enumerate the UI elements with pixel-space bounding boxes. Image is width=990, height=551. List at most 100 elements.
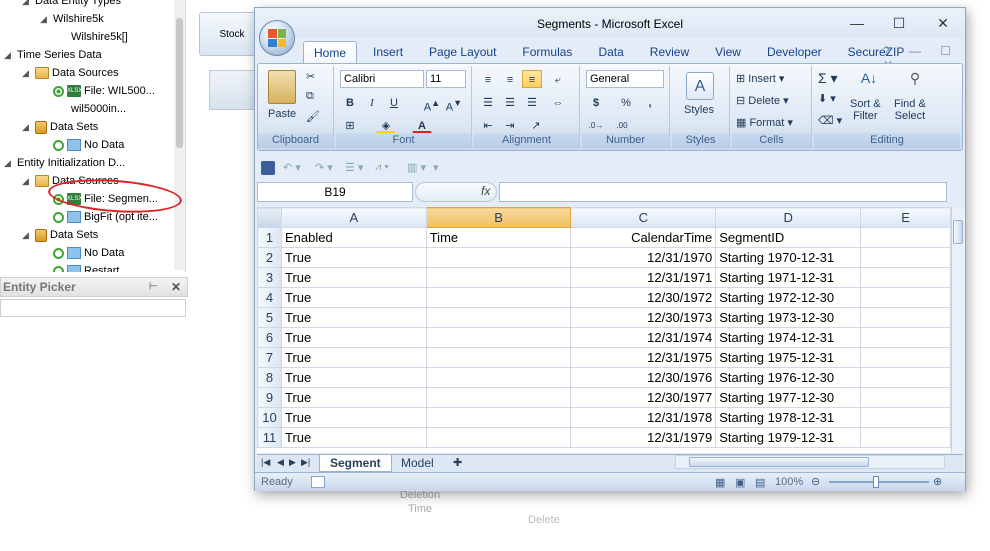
paste-button[interactable]: Paste — [268, 108, 296, 120]
row-header[interactable]: 7 — [257, 347, 282, 368]
cell[interactable]: 12/31/1979 — [570, 427, 717, 448]
cell[interactable] — [860, 427, 951, 448]
tab-home[interactable]: Home — [303, 41, 358, 63]
cell[interactable]: True — [280, 247, 427, 268]
tab-review[interactable]: Review — [640, 41, 699, 63]
close-button[interactable]: ✕ — [929, 12, 957, 34]
row-header[interactable]: 11 — [257, 427, 282, 448]
column-header-c[interactable]: C — [570, 207, 717, 228]
cell[interactable] — [860, 387, 951, 408]
maximize-button[interactable]: ☐ — [885, 12, 913, 34]
cell[interactable] — [860, 287, 951, 308]
tree-node[interactable]: Wilshire5k[] — [58, 28, 128, 46]
expand-toggle-icon[interactable]: ◢ — [22, 118, 32, 136]
page-break-view-icon[interactable]: ▤ — [755, 476, 765, 489]
bold-icon[interactable]: B — [340, 93, 360, 111]
expand-toggle-icon[interactable]: ◢ — [4, 154, 14, 172]
cell[interactable]: 12/30/1976 — [570, 367, 717, 388]
prev-sheet-icon[interactable]: ◀ — [277, 457, 284, 468]
expand-toggle-icon[interactable]: ◢ — [22, 0, 32, 10]
cell[interactable] — [425, 287, 572, 308]
paste-icon[interactable] — [268, 70, 296, 104]
cell[interactable]: 12/30/1973 — [570, 307, 717, 328]
row-header[interactable]: 10 — [257, 407, 282, 428]
increase-decimal-icon[interactable]: .0→ — [586, 116, 606, 134]
styles-icon[interactable]: A — [686, 72, 714, 100]
tab-data[interactable]: Data — [588, 41, 633, 63]
macro-record-icon[interactable] — [311, 476, 325, 488]
align-left-icon[interactable]: ☰ — [478, 93, 498, 111]
insert-sheet-icon[interactable]: ✚ — [443, 455, 472, 472]
cell[interactable] — [425, 387, 572, 408]
office-button[interactable] — [259, 20, 295, 56]
formula-bar-input[interactable] — [499, 182, 947, 202]
tab-formulas[interactable]: Formulas — [512, 41, 582, 63]
cell[interactable]: 12/31/1974 — [570, 327, 717, 348]
align-bottom-icon[interactable]: ≡ — [522, 70, 542, 88]
sheet-tab-segment[interactable]: Segment — [319, 455, 392, 472]
expand-toggle-icon[interactable]: ◢ — [22, 172, 32, 190]
row-header[interactable]: 1 — [257, 227, 282, 248]
shrink-font-icon[interactable]: A▼ — [444, 93, 464, 114]
wrap-text-icon[interactable]: ⤶ — [548, 70, 568, 88]
cell[interactable] — [860, 227, 951, 248]
cell[interactable]: Starting 1971-12-31 — [715, 267, 862, 288]
row-header[interactable]: 5 — [257, 307, 282, 328]
tab-developer[interactable]: Developer — [757, 41, 832, 63]
decrease-decimal-icon[interactable]: .00 — [612, 116, 632, 134]
tree-node[interactable]: wil5000in... — [58, 100, 126, 118]
bars-icon[interactable]: ▥ ▾ — [407, 161, 426, 174]
row-header[interactable]: 2 — [257, 247, 282, 268]
cell[interactable]: True — [280, 307, 427, 328]
sort-filter-button[interactable]: Sort & Filter — [850, 98, 881, 122]
tree-node[interactable]: No Data — [40, 244, 124, 262]
cell[interactable]: True — [280, 427, 427, 448]
cell[interactable]: Starting 1973-12-30 — [715, 307, 862, 328]
horizontal-scrollbar-thumb[interactable] — [689, 457, 869, 467]
cell[interactable] — [860, 327, 951, 348]
styles-button[interactable]: Styles — [684, 104, 714, 116]
column-header-e[interactable]: E — [860, 207, 951, 228]
lines-icon[interactable]: ☰ ▾ — [345, 161, 363, 174]
cell[interactable] — [425, 407, 572, 428]
cell[interactable]: Starting 1977-12-30 — [715, 387, 862, 408]
page-layout-view-icon[interactable]: ▣ — [735, 476, 745, 489]
tree-node[interactable]: Restart — [40, 262, 119, 272]
minimize-button[interactable]: — — [843, 12, 871, 34]
normal-view-icon[interactable]: ▦ — [715, 476, 725, 489]
row-header[interactable]: 9 — [257, 387, 282, 408]
cell[interactable]: 12/31/1978 — [570, 407, 717, 428]
cell[interactable]: Time — [425, 227, 572, 248]
cell[interactable] — [860, 247, 951, 268]
cell[interactable]: True — [280, 347, 427, 368]
cell[interactable]: Starting 1972-12-30 — [715, 287, 862, 308]
orientation-icon[interactable]: ↗ — [526, 116, 546, 134]
cell[interactable]: 12/30/1972 — [570, 287, 717, 308]
align-middle-icon[interactable]: ≡ — [500, 70, 520, 88]
align-right-icon[interactable]: ☰ — [522, 93, 542, 111]
column-header-b[interactable]: B — [425, 207, 572, 228]
zoom-slider-thumb[interactable] — [873, 476, 879, 488]
tree-node[interactable]: ◢ Data Sets — [22, 118, 98, 136]
tree-node[interactable]: ◢ Data Entity Types — [22, 0, 121, 10]
cell[interactable]: Starting 1976-12-30 — [715, 367, 862, 388]
expand-toggle-icon[interactable]: ◢ — [4, 46, 14, 64]
tab-insert[interactable]: Insert — [363, 41, 413, 63]
comma-icon[interactable]: , — [640, 93, 660, 111]
currency-icon[interactable]: $ — [586, 93, 606, 111]
redo-icon[interactable]: ↷ ▾ — [315, 161, 333, 174]
cell[interactable] — [860, 347, 951, 368]
name-box[interactable]: B19 — [257, 182, 413, 202]
cell[interactable]: SegmentID — [715, 227, 862, 248]
cell[interactable] — [425, 267, 572, 288]
cell[interactable]: True — [280, 267, 427, 288]
find-select-button[interactable]: Find & Select — [894, 98, 926, 122]
spreadsheet-grid[interactable]: ABCDE 1 Enabled Time CalendarTime SegmentID 2… — [257, 207, 951, 453]
cell[interactable] — [425, 307, 572, 328]
cell[interactable] — [425, 427, 572, 448]
format-cells-button[interactable]: ▦ Format ▾ — [736, 116, 793, 129]
cell[interactable]: True — [280, 287, 427, 308]
align-center-icon[interactable]: ☰ — [500, 93, 520, 111]
select-all-corner[interactable] — [257, 207, 282, 228]
font-family-select[interactable]: Calibri — [340, 70, 424, 88]
